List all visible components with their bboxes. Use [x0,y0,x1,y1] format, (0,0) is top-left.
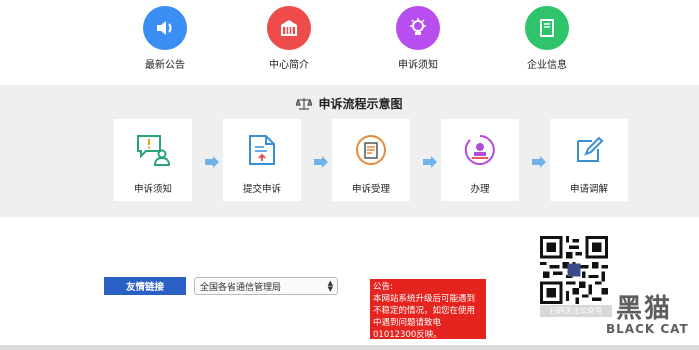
building-icon [267,6,311,50]
arrow-right-icon [423,156,437,168]
nav-item-company-info[interactable]: 企业信息 [507,6,587,71]
step-request-mediation[interactable]: 申请调解 [550,119,628,201]
nav-label: 中心简介 [269,60,309,71]
step-submit-complaint[interactable]: 提交申诉 [223,119,301,201]
process-title-text: 申诉流程示意图 [318,97,403,111]
clipboard-icon [354,133,388,167]
process-section: 申诉流程示意图 申诉须知 提交申诉 申诉受理 办理 申请调解 [0,85,699,217]
watermark-cn: 黑猫 [616,294,673,324]
lightbulb-icon [396,6,440,50]
step-label: 提交申诉 [242,184,281,195]
nav-item-announcements[interactable]: 最新公告 [125,6,205,71]
nav-item-about[interactable]: 中心简介 [249,6,329,71]
select-arrows-icon: ▲ ▼ [327,279,333,293]
step-label: 申诉须知 [133,184,172,195]
links-select[interactable]: 全国各省通信管理局 ▲ ▼ [194,277,338,295]
arrow-right-icon [532,156,546,168]
nav-label: 企业信息 [527,60,567,71]
step-label: 申诉受理 [351,184,390,195]
nav-label: 申诉须知 [398,60,438,71]
nav-label: 最新公告 [145,60,185,71]
speaker-icon [143,6,187,50]
black-cat-watermark: 黑猫 BLACK CAT [596,288,699,348]
step-label: 办理 [470,184,490,195]
bottom-divider [0,345,699,350]
process-title: 申诉流程示意图 [0,95,699,112]
chat-person-icon [136,133,170,167]
notice-body: 本网站系统升级后可能遇到不稳定的情况，如您在使用中遇到问题请致电01012300… [373,294,476,340]
notice-box: 公告: 本网站系统升级后可能遇到不稳定的情况，如您在使用中遇到问题请致电0101… [370,279,486,340]
edit-icon [572,133,606,167]
notice-title: 公告: [373,282,393,292]
step-complaint-accepted[interactable]: 申诉受理 [332,119,410,201]
step-label: 申请调解 [569,184,608,195]
arrow-right-icon [314,156,328,168]
book-icon [525,6,569,50]
step-processing[interactable]: 办理 [441,119,519,201]
watermark-en: BLACK CAT [606,322,689,336]
links-select-value: 全国各省通信管理局 [200,282,282,293]
scales-icon [295,98,314,110]
friend-links-button[interactable]: 友情链接 [104,277,186,295]
stamp-icon [463,133,497,167]
document-upload-icon [245,133,279,167]
arrow-right-icon [205,156,219,168]
step-complaint-notice[interactable]: 申诉须知 [114,119,192,201]
top-nav: 最新公告 中心简介 申诉须知 企业信息 [0,0,699,80]
nav-item-complaint-notice[interactable]: 申诉须知 [378,6,458,71]
